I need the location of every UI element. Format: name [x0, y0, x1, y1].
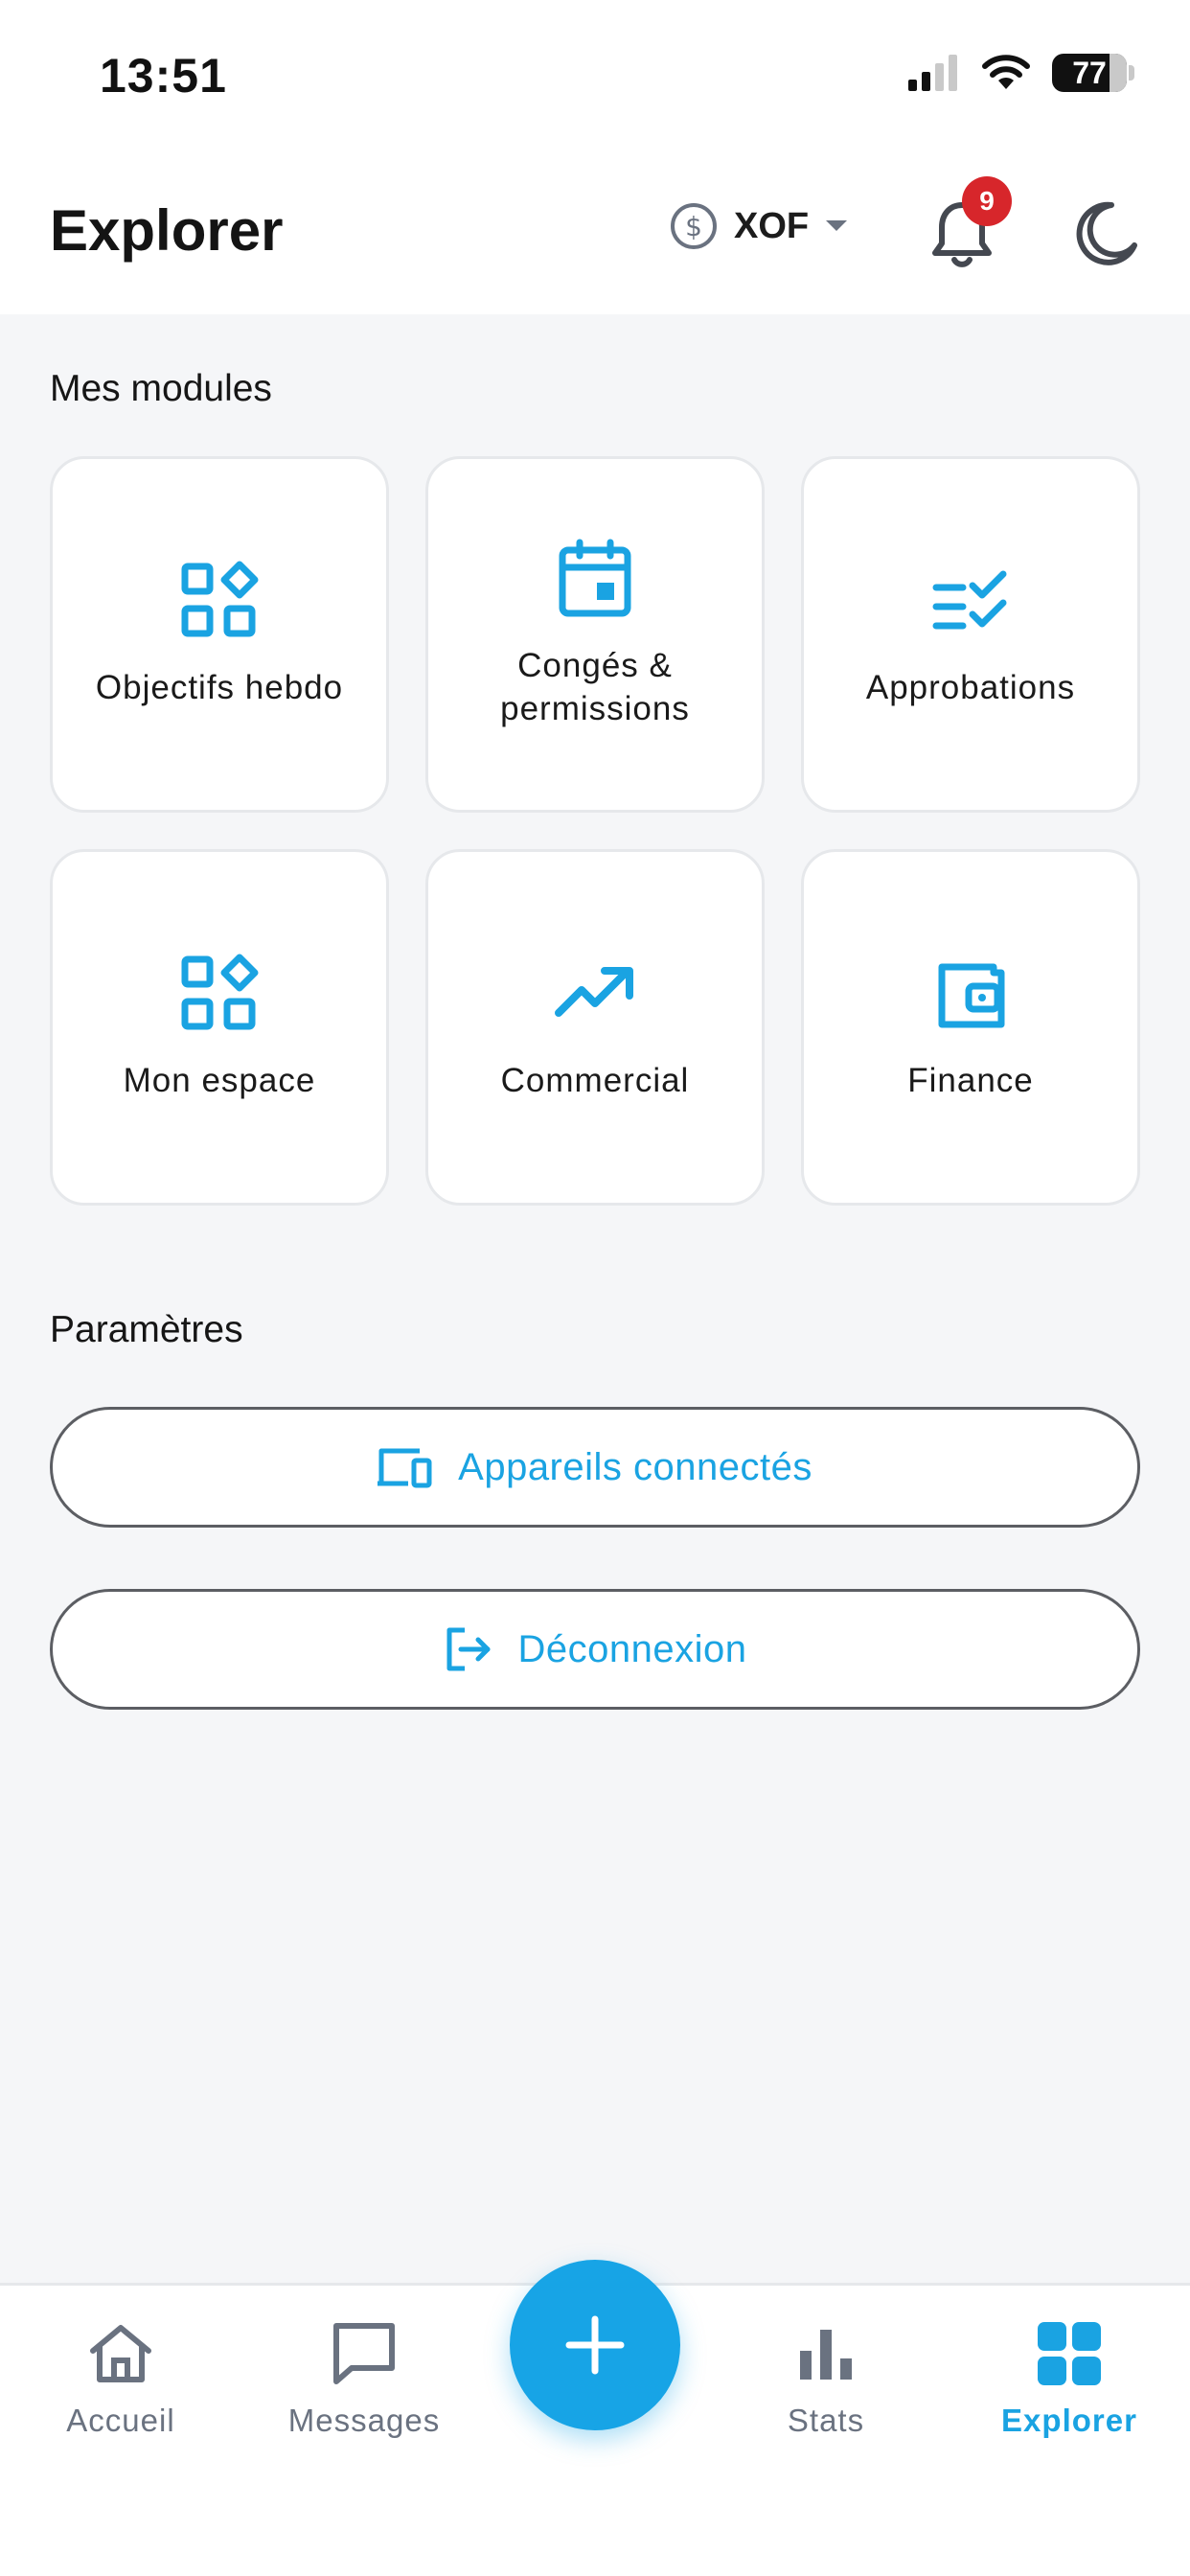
home-icon [90, 2325, 151, 2382]
logout-icon [446, 1627, 490, 1671]
svg-text:$: $ [685, 211, 702, 242]
modules-section-title: Mes modules [50, 368, 272, 409]
currency-label: XOF [734, 205, 810, 246]
trending-up-icon [555, 966, 633, 1017]
settings-section-title: Paramètres [50, 1309, 243, 1350]
module-label: Objectifs hebdo [95, 668, 344, 706]
message-icon [333, 2323, 395, 2384]
grid-icon [1038, 2322, 1101, 2385]
module-card-conges[interactable]: Congés & permissions [425, 456, 765, 813]
module-card-mon-espace[interactable]: Mon espace [50, 849, 389, 1206]
nav-label: Stats [787, 2403, 865, 2438]
widgets-icon [181, 954, 259, 1029]
logout-button[interactable]: Déconnexion [50, 1589, 1140, 1710]
nav-label: Messages [287, 2403, 441, 2438]
battery-level: 77 [1072, 55, 1107, 90]
moon-icon[interactable] [1069, 197, 1142, 270]
nav-item-explorer[interactable]: Explorer [964, 2318, 1175, 2439]
module-label: Mon espace [123, 1061, 316, 1099]
module-card-finance[interactable]: Finance [801, 849, 1140, 1206]
connected-devices-label: Appareils connectés [458, 1445, 812, 1488]
connected-devices-button[interactable]: Appareils connectés [50, 1407, 1140, 1528]
module-card-approbations[interactable]: Approbations [801, 456, 1140, 813]
wallet-icon [938, 963, 1005, 1027]
module-label: Finance [907, 1061, 1034, 1099]
widgets-icon [181, 561, 259, 636]
status-icons: 77 [908, 54, 1134, 92]
wifi-icon [982, 55, 1030, 89]
nav-item-stats[interactable]: Stats [721, 2318, 931, 2439]
battery-indicator: 77 [1052, 54, 1127, 92]
nav-item-messages[interactable]: Messages [259, 2318, 469, 2439]
app-header: Explorer $ XOF 9 [0, 153, 1190, 314]
logout-label: Déconnexion [517, 1627, 747, 1670]
nav-item-accueil[interactable]: Accueil [15, 2318, 226, 2439]
devices-icon [378, 1448, 432, 1488]
signal-icon [908, 55, 957, 91]
status-bar: 13:51 77 [0, 0, 1190, 153]
module-card-objectifs[interactable]: Objectifs hebdo [50, 456, 389, 813]
caret-down-icon [826, 220, 848, 231]
plus-icon [565, 2315, 625, 2375]
module-label: Approbations [865, 668, 1076, 706]
page-title: Explorer [50, 198, 284, 263]
bar-chart-icon [800, 2330, 852, 2380]
nav-label: Accueil [66, 2403, 175, 2438]
module-card-commercial[interactable]: Commercial [425, 849, 765, 1206]
status-time: 13:51 [100, 49, 227, 103]
calendar-icon [559, 539, 631, 617]
checklist-icon [932, 570, 1007, 629]
notification-badge: 9 [962, 176, 1012, 226]
nav-label: Explorer [1001, 2403, 1137, 2438]
module-label: Commercial [500, 1061, 690, 1099]
module-label: Congés & permissions [500, 647, 690, 727]
add-button[interactable] [510, 2260, 680, 2430]
currency-selector[interactable]: $ XOF [669, 201, 849, 251]
dollar-circle-icon: $ [671, 203, 717, 249]
